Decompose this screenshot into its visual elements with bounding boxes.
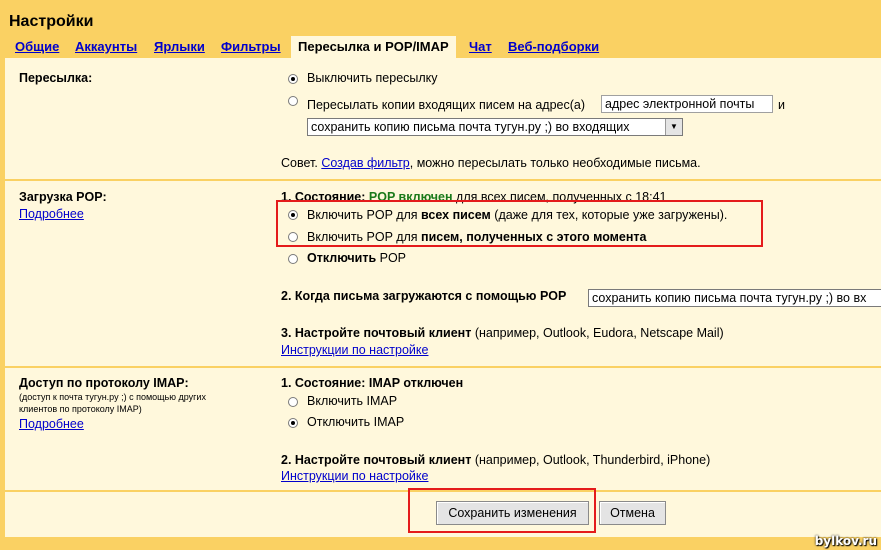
pop-off-text: Отключить POP — [307, 251, 406, 265]
page-title: Настройки — [9, 13, 94, 30]
imap-status: 1. Состояние: IMAP отключен — [281, 376, 464, 390]
forwarding-label: Пересылка: — [19, 71, 93, 85]
tab-web-clips[interactable]: Веб-подборки — [508, 39, 599, 54]
forward-keep-copy-value: сохранить копию письма почта тугун.ру ;)… — [311, 120, 630, 134]
chevron-down-icon: ▼ — [665, 119, 682, 135]
highlight-box-save — [408, 488, 596, 533]
imap-learn-more-link[interactable]: Подробнее — [19, 417, 84, 431]
create-filter-link[interactable]: Создав фильтр — [321, 156, 409, 170]
pop-off-radio[interactable] — [288, 254, 298, 264]
forwarding-tip: Совет. Создав фильтр, можно пересылать т… — [281, 156, 701, 170]
tab-forwarding-pop-imap[interactable]: Пересылка и POP/IMAP — [291, 36, 456, 59]
tab-chat[interactable]: Чат — [469, 39, 492, 54]
forwarding-on-radio[interactable] — [288, 96, 298, 106]
highlight-box-pop — [276, 200, 763, 247]
imap-on-radio[interactable] — [288, 397, 298, 407]
imap-instructions-link[interactable]: Инструкции по настройке — [281, 469, 428, 483]
cancel-button[interactable]: Отмена — [599, 501, 666, 525]
pop-when-label: 2. Когда письма загружаются с помощью PO… — [281, 289, 567, 303]
imap-off-text: Отключить IMAP — [307, 415, 405, 429]
watermark: bylkov.ru — [814, 534, 877, 548]
pop-client-label: 3. Настройте почтовый клиент — [281, 326, 472, 340]
forwarding-on-text: Пересылать копии входящих писем на адрес… — [307, 98, 586, 112]
pop-when-select[interactable]: сохранить копию письма почта тугун.ру ;)… — [588, 289, 881, 307]
pop-instructions-link[interactable]: Инструкции по настройке — [281, 343, 428, 357]
forwarding-and-text: и — [778, 98, 785, 112]
tab-labels[interactable]: Ярлыки — [154, 39, 205, 54]
imap-off-radio[interactable] — [288, 418, 298, 428]
settings-tabs: Общие Аккаунты Ярлыки Фильтры Пересылка … — [0, 36, 881, 59]
forwarding-off-radio[interactable] — [288, 74, 298, 84]
pop-client-examples: (например, Outlook, Eudora, Netscape Mai… — [474, 326, 724, 340]
forwarding-off-text: Выключить пересылку — [307, 71, 438, 85]
section-divider — [5, 179, 881, 181]
imap-note: (доступ к почта тугун.ру ;) с помощью др… — [19, 392, 206, 414]
tab-filters[interactable]: Фильтры — [221, 39, 281, 54]
pop-off-suffix: POP — [379, 251, 407, 265]
pop-client: 3. Настройте почтовый клиент (например, … — [281, 326, 724, 340]
section-divider — [5, 366, 881, 368]
imap-label: Доступ по протоколу IMAP: — [19, 376, 189, 390]
imap-on-text: Включить IMAP — [307, 394, 398, 408]
tab-accounts[interactable]: Аккаунты — [75, 39, 137, 54]
pop-off-bold: Отключить — [307, 251, 377, 265]
forward-address-input[interactable]: адрес электронной почты — [601, 95, 773, 113]
imap-client-examples: (например, Outlook, Thunderbird, iPhone) — [474, 453, 711, 467]
tip-suffix: , можно пересылать только необходимые пи… — [409, 156, 701, 170]
pop-learn-more-link[interactable]: Подробнее — [19, 207, 84, 221]
tip-prefix: Совет. — [281, 156, 318, 170]
imap-client: 2. Настройте почтовый клиент (например, … — [281, 453, 710, 467]
imap-client-label: 2. Настройте почтовый клиент — [281, 453, 472, 467]
pop-when-value: сохранить копию письма почта тугун.ру ;)… — [592, 291, 867, 305]
forward-keep-copy-select[interactable]: сохранить копию письма почта тугун.ру ;)… — [307, 118, 683, 136]
pop-label: Загрузка POP: — [19, 190, 107, 204]
tab-general[interactable]: Общие — [15, 39, 59, 54]
